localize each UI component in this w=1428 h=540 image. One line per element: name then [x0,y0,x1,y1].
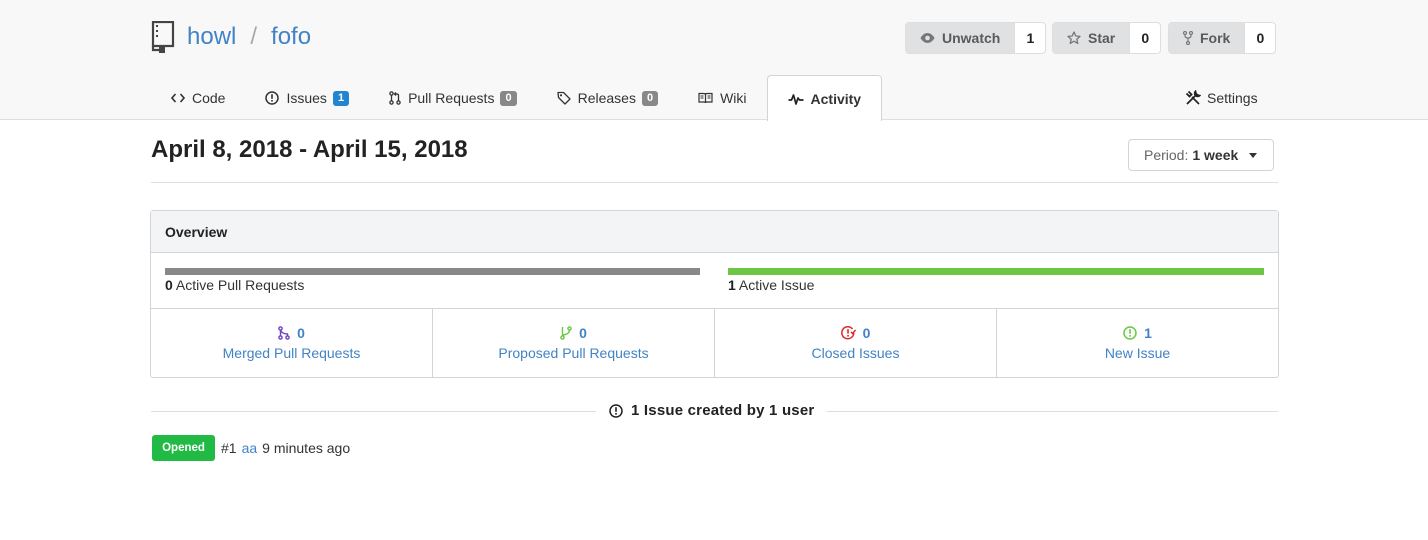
issues-summary-text: 1 Issue created by 1 user [631,402,815,419]
tab-settings[interactable]: Settings [1185,75,1258,120]
star-button[interactable]: Star [1053,23,1130,53]
overview-stats: 0 Merged Pull Requests 0 Proposed Pull R… [151,309,1278,377]
active-issues-label: Active Issue [738,277,815,293]
status-badge: Opened [152,435,215,461]
overview-bars: 0 Active Pull Requests 1 Active Issue [151,253,1278,309]
new-issue-stat[interactable]: 1 New Issue [997,309,1278,377]
code-icon [171,93,185,103]
active-pull-requests-bar [165,268,700,275]
date-range-heading: April 8, 2018 - April 15, 2018 [151,136,468,163]
period-value: 1 week [1192,147,1239,163]
releases-count-badge: 0 [641,90,659,106]
tab-activity[interactable]: Activity [766,75,883,121]
fork-button[interactable]: Fork [1169,23,1245,53]
proposed-pull-requests-stat[interactable]: 0 Proposed Pull Requests [433,309,715,377]
tab-pull-requests[interactable]: Pull Requests 0 [369,76,537,120]
star-label: Star [1088,30,1116,46]
merged-pull-requests-count: 0 [297,325,305,341]
tab-wiki[interactable]: Wiki [678,76,766,120]
repo-icon [151,21,175,53]
new-issue-count: 1 [1144,325,1152,341]
forks-count[interactable]: 0 [1244,23,1275,53]
merged-pull-requests-label[interactable]: Merged Pull Requests [223,345,361,361]
git-branch-icon [560,326,572,340]
active-pull-requests-summary: 0 Active Pull Requests [165,277,304,293]
stars-count[interactable]: 0 [1129,23,1160,53]
eye-icon [920,33,935,43]
tab-activity-label: Activity [810,90,862,107]
chevron-down-icon [1249,152,1258,158]
period-dropdown[interactable]: Period: 1 week [1128,139,1274,171]
repo-separator: / [250,23,258,50]
issue-title-link[interactable]: aa [242,440,258,456]
overview-panel: Overview 0 Active Pull Requests 1 Active… [150,210,1279,378]
issue-list-item: Opened #1 aa 9 minutes ago [152,435,350,461]
active-pull-requests-label: Active Pull Requests [175,277,305,293]
repo-owner-link[interactable]: howl [187,23,236,51]
tab-releases[interactable]: Releases 0 [537,76,679,120]
git-pull-request-icon [389,91,401,105]
closed-issues-stat[interactable]: 0 Closed Issues [715,309,997,377]
issues-count-badge: 1 [332,90,350,106]
repo-title: howl / fofo [150,20,311,54]
issues-summary-header: 1 Issue created by 1 user [596,402,828,419]
issue-opened-icon [265,91,280,105]
issue-opened-icon [609,403,623,418]
repo-header: howl / fofo Unwatch 1 Star 0 Fork 0 Code… [0,0,1428,121]
fork-button-group: Fork 0 [1168,22,1277,54]
watch-button-group: Unwatch 1 [905,22,1047,54]
tab-wiki-label: Wiki [720,90,747,106]
closed-issues-label[interactable]: Closed Issues [812,345,900,361]
star-button-group: Star 0 [1052,22,1162,54]
repo-name-link[interactable]: fofo [271,23,311,51]
issue-opened-icon [1123,326,1137,340]
new-issue-label[interactable]: New Issue [1105,345,1170,361]
tab-code[interactable]: Code [151,76,245,120]
tab-issues[interactable]: Issues 1 [245,76,369,120]
closed-issues-count: 0 [862,325,871,341]
issue-timestamp: 9 minutes ago [262,440,351,456]
issue-number: #1 [221,440,237,456]
tab-releases-label: Releases [577,90,636,106]
tab-code-label: Code [192,90,226,106]
book-icon [698,92,713,104]
issue-closed-icon [840,326,856,340]
tools-icon [1185,89,1201,105]
proposed-pull-requests-label[interactable]: Proposed Pull Requests [498,345,648,361]
tab-pull-requests-label: Pull Requests [408,90,495,106]
tab-settings-label: Settings [1207,89,1258,106]
fork-icon [1183,31,1193,45]
period-label: Period: [1144,147,1189,163]
active-issues-count: 1 [728,277,736,293]
tab-issues-label: Issues [286,90,327,106]
divider [151,182,1278,183]
star-icon [1067,31,1081,45]
merged-pull-requests-stat[interactable]: 0 Merged Pull Requests [151,309,433,377]
overview-title: Overview [151,211,1278,253]
unwatch-button[interactable]: Unwatch [906,23,1015,53]
proposed-pull-requests-count: 0 [579,325,587,341]
pull-requests-count-badge: 0 [500,90,517,106]
fork-label: Fork [1200,30,1231,46]
unwatch-label: Unwatch [942,30,1001,46]
active-issues-bar [728,268,1264,275]
pulse-icon [788,93,804,105]
watchers-count[interactable]: 1 [1014,23,1045,53]
active-pull-requests-count: 0 [165,277,173,293]
tag-icon [556,91,571,105]
repo-tabs: Code Issues 1 Pull Requests 0 Releases 0… [151,75,883,121]
git-merge-icon [278,326,290,340]
active-issues-summary: 1 Active Issue [728,277,814,293]
